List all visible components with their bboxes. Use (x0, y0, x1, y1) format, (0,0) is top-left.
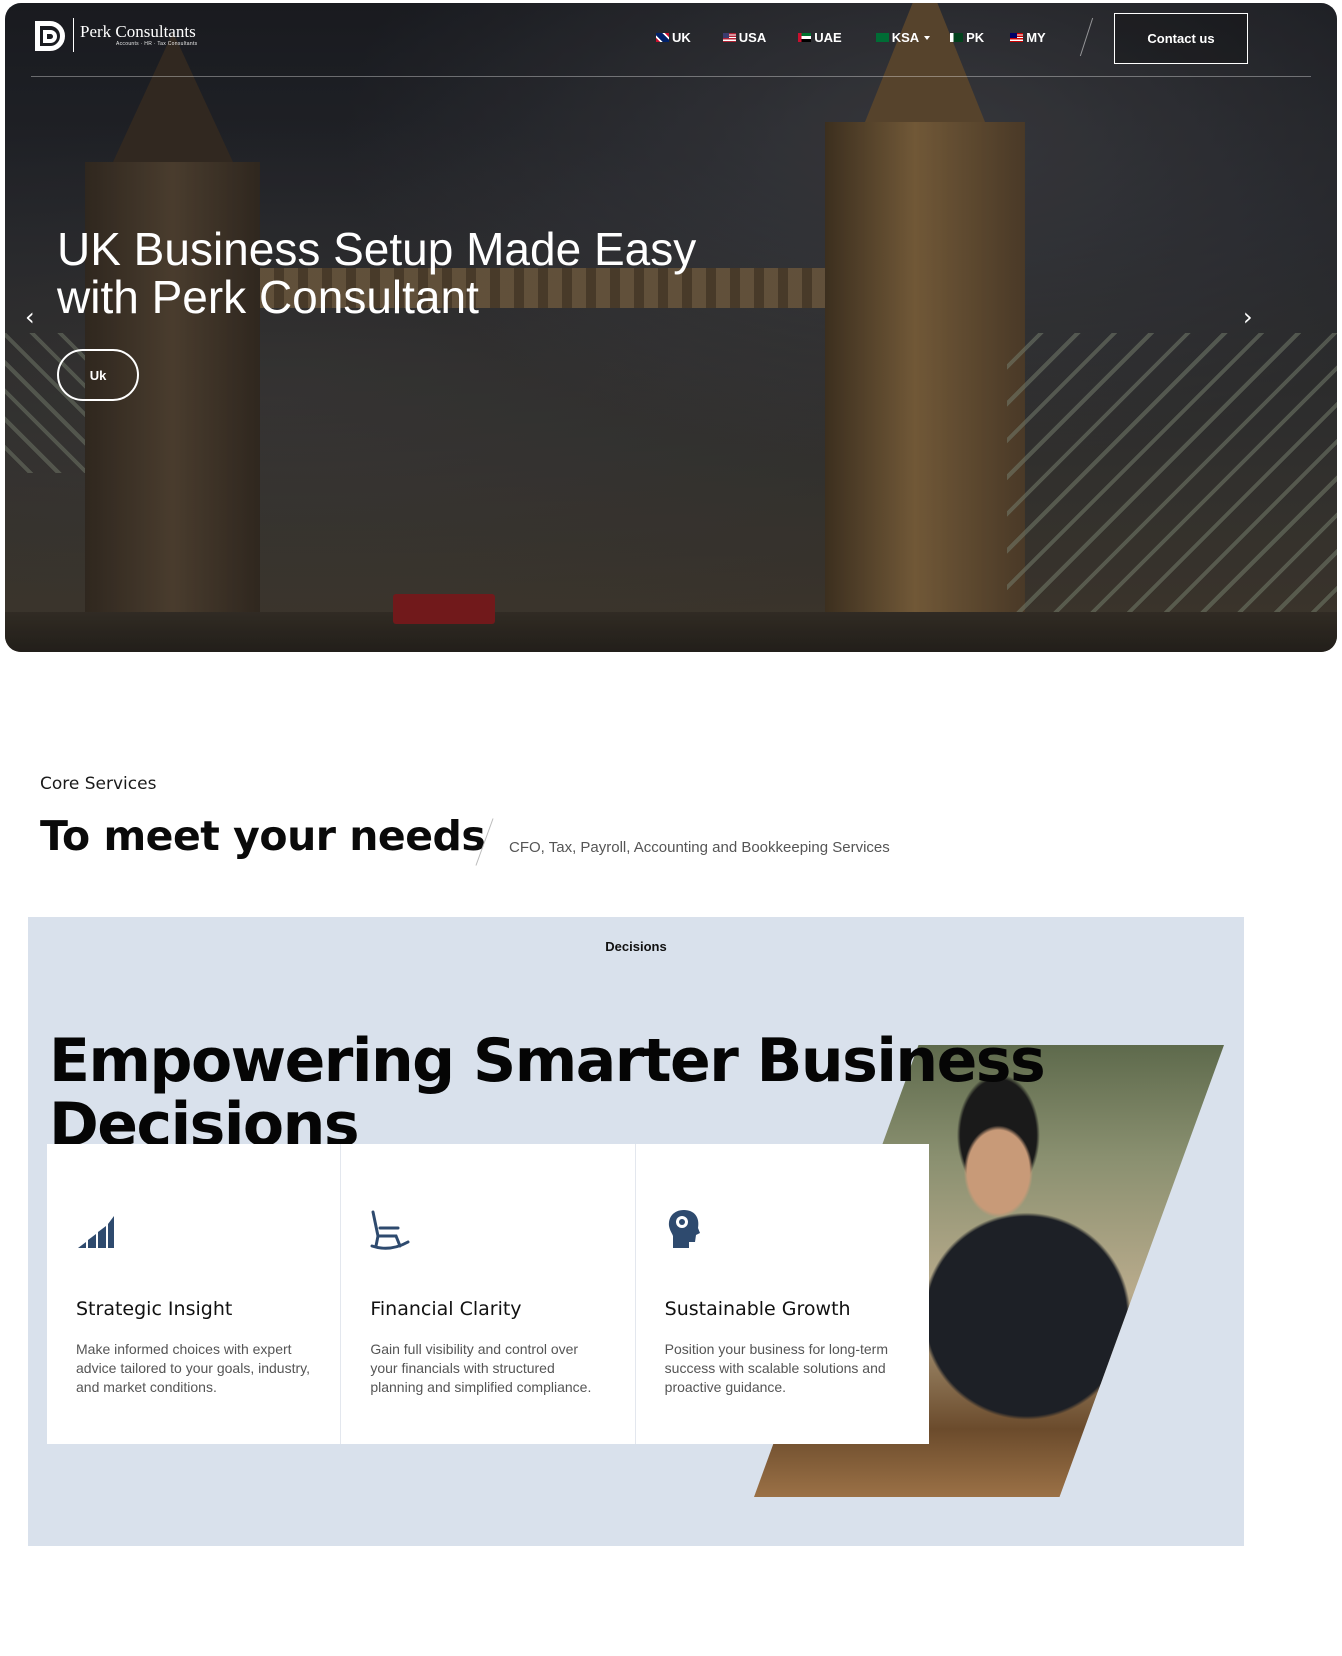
nav-country-label: UAE (814, 30, 842, 45)
nav-country-label: KSA (891, 30, 920, 45)
nav-country-ksa[interactable]: KSA (875, 30, 931, 45)
nav-country-my[interactable]: MY (1010, 30, 1046, 45)
card-title: Strategic Insight (76, 1298, 233, 1320)
hero-title-line2: with Perk Consultant (57, 271, 479, 323)
nav-country-pk[interactable]: PK (950, 30, 984, 45)
logo-divider (73, 18, 74, 52)
logo-name: Perk Consultants (80, 22, 196, 41)
panel-tag: Decisions (605, 939, 667, 954)
caret-down-icon (924, 35, 931, 40)
logo-tagline: Accounts · HR · Tax Consultants (116, 41, 198, 47)
panel-title: Empowering Smarter Business Decisions (49, 1026, 1046, 1160)
feature-card: Financial Clarity Gain full visibility a… (341, 1144, 636, 1444)
card-text: Make informed choices with expert advice… (76, 1341, 310, 1395)
feature-card: Sustainable Growth Position your busines… (636, 1144, 929, 1444)
logo-icon (33, 17, 69, 53)
nav-country-uae[interactable]: UAE (798, 30, 842, 45)
hero-country-button[interactable]: Uk (57, 349, 139, 401)
card-text: Position your business for long-term suc… (664, 1341, 888, 1395)
hero-title-line1: UK Business Setup Made Easy (57, 223, 697, 275)
contact-us-button[interactable]: Contact us (1114, 13, 1248, 64)
head-brain-icon (668, 1210, 700, 1248)
pk-flag-icon (950, 33, 964, 42)
nav-country-usa[interactable]: USA (722, 30, 767, 45)
uk-flag-icon (656, 33, 669, 42)
header-rule (31, 76, 1311, 77)
chevron-right-icon[interactable]: › (1243, 303, 1253, 331)
usa-flag-icon (722, 33, 736, 42)
hero-banner: Perk Consultants Accounts · HR · Tax Con… (5, 3, 1337, 652)
nav-country-label: UK (672, 30, 691, 45)
country-nav: UK USA UAE KSA PK MY (656, 30, 1046, 45)
signal-bars-icon (78, 1216, 114, 1248)
uae-flag-icon (798, 33, 812, 42)
card-text: Gain full visibility and control over yo… (370, 1341, 592, 1395)
nav-country-label: PK (966, 30, 985, 45)
ksa-flag-icon (875, 33, 889, 42)
rocking-chair-icon (370, 1210, 410, 1250)
section-subtitle: CFO, Tax, Payroll, Accounting and Bookke… (509, 839, 890, 856)
my-flag-icon (1010, 33, 1024, 42)
hero-overlay (5, 3, 1337, 652)
decisions-panel: Decisions Empowering Smarter Business De… (28, 917, 1244, 1546)
site-logo[interactable]: Perk Consultants Accounts · HR · Tax Con… (33, 17, 197, 53)
chevron-left-icon[interactable]: ‹ (25, 303, 35, 331)
section-title: To meet your needs (40, 812, 486, 860)
card-title: Financial Clarity (370, 1298, 522, 1320)
nav-country-label: MY (1026, 30, 1046, 45)
nav-country-label: USA (738, 30, 767, 45)
hero-title: UK Business Setup Made Easy with Perk Co… (57, 225, 696, 321)
feature-cards: Strategic Insight Make informed choices … (47, 1144, 929, 1444)
section-label: Core Services (40, 774, 157, 794)
feature-card: Strategic Insight Make informed choices … (47, 1144, 342, 1444)
logo-text: Perk Consultants Accounts · HR · Tax Con… (80, 22, 198, 48)
nav-country-uk[interactable]: UK (656, 30, 691, 45)
card-title: Sustainable Growth (664, 1298, 851, 1320)
